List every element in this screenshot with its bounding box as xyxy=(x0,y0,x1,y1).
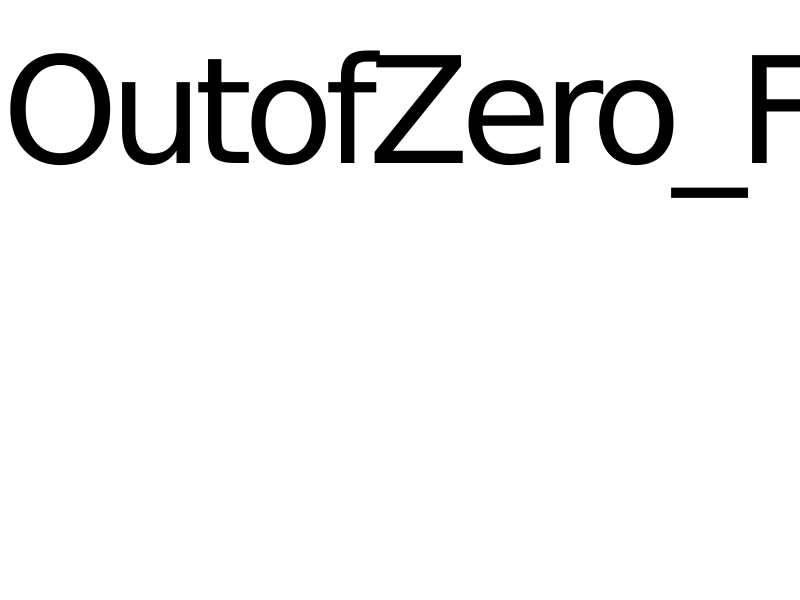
headline-text: OutofZero_F xyxy=(2,26,800,198)
page-canvas: OutofZero_F xyxy=(0,0,800,600)
